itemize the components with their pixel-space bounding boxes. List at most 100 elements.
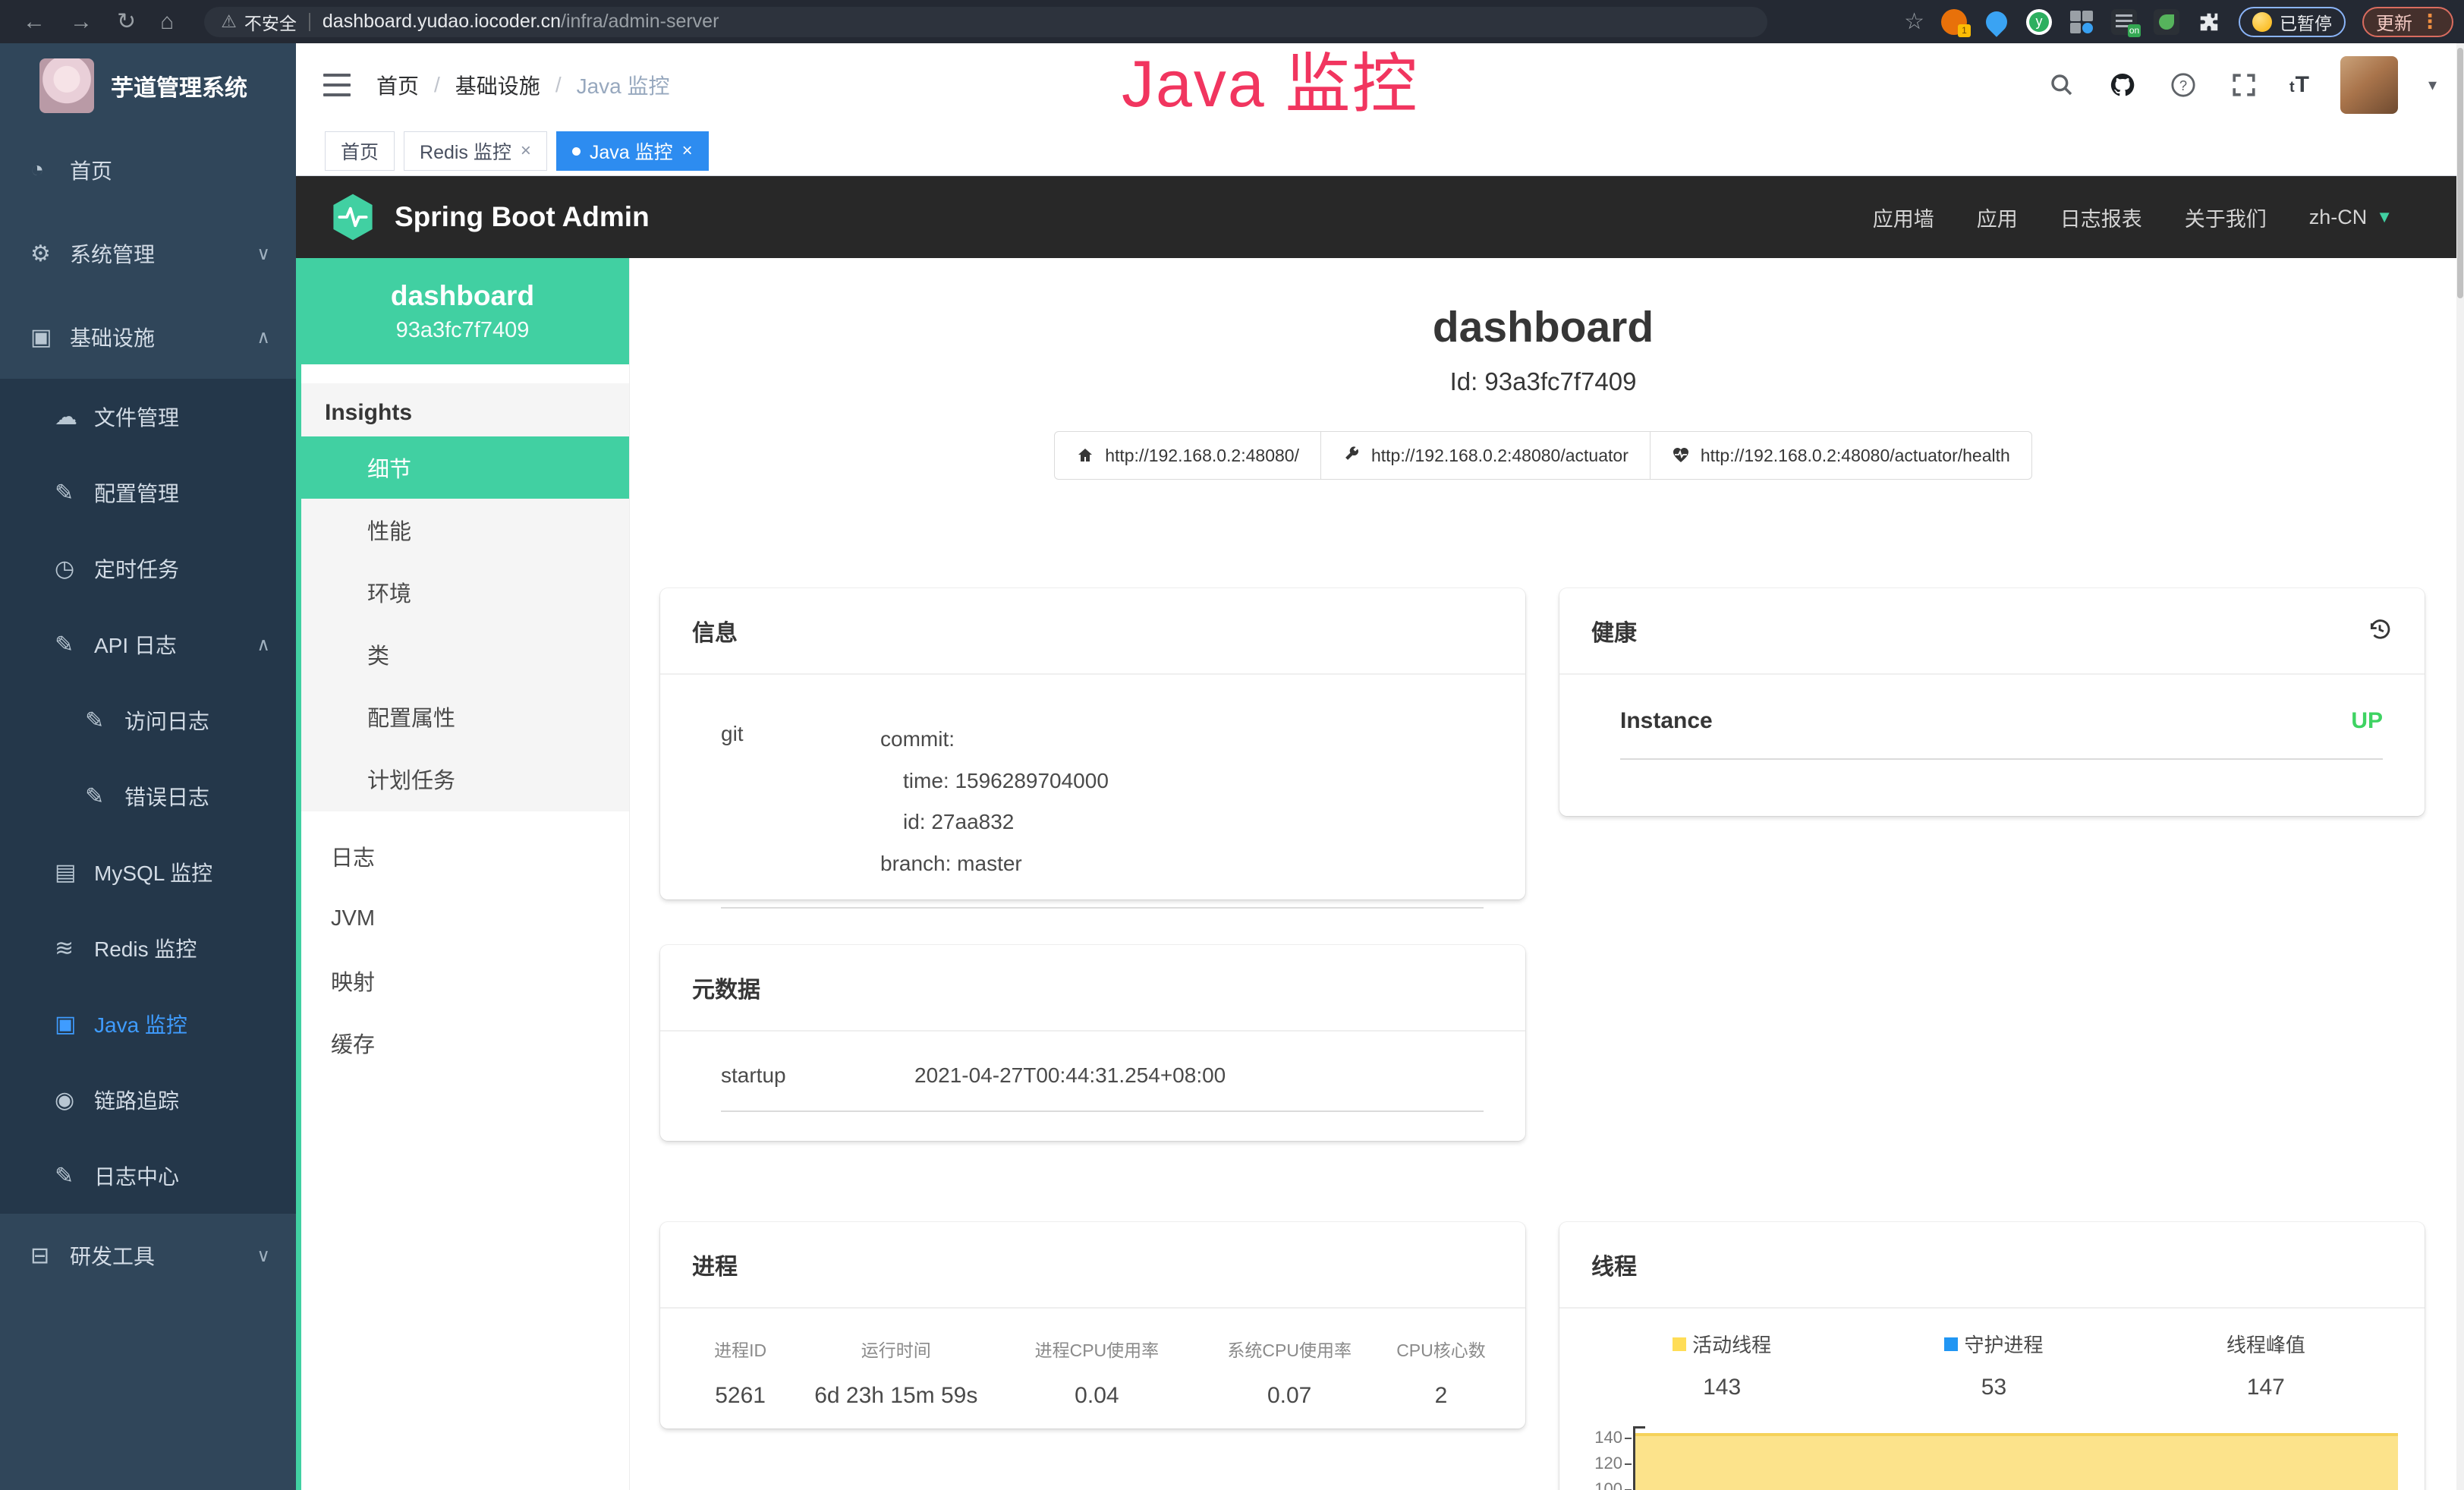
sba-brand[interactable]: Spring Boot Admin	[331, 193, 650, 241]
main-content: dashboard Id: 93a3fc7f7409 http://192.16…	[630, 258, 2456, 1490]
ytick-100: 100	[1594, 1479, 1622, 1490]
menu-item-mappings[interactable]: 映射	[296, 950, 629, 1012]
sidebar-item-system-mgmt[interactable]: ⚙ 系统管理 ∨	[0, 212, 296, 295]
instance-header[interactable]: dashboard 93a3fc7f7409	[296, 258, 629, 364]
tab-redis-monitor[interactable]: Redis 监控 ×	[404, 131, 547, 171]
font-size-icon[interactable]: tT	[2289, 72, 2310, 98]
threads-legend: 活动线程 143 守护进程 53 线程峰值 147	[1586, 1330, 2402, 1400]
sidebar-collapse-button[interactable]	[323, 74, 351, 96]
breadcrumb-infrastructure[interactable]: 基础设施	[455, 70, 540, 100]
browser-home-icon[interactable]: ⌂	[160, 11, 174, 33]
sidebar-item-scheduled-jobs[interactable]: ◷ 定时任务	[0, 531, 296, 606]
legend-live-threads: 活动线程 143	[1586, 1330, 1858, 1400]
browser-reload-icon[interactable]: ↻	[117, 11, 136, 33]
fullscreen-icon[interactable]	[2229, 70, 2259, 100]
app-title: 芋道管理系统	[111, 69, 247, 102]
process-id: 5261	[683, 1383, 798, 1409]
service-url-button[interactable]: http://192.168.0.2:48080/	[1054, 431, 1321, 480]
extension-grid-icon[interactable]	[2069, 9, 2094, 35]
sba-nav-about[interactable]: 关于我们	[2185, 203, 2267, 232]
search-icon[interactable]	[2047, 70, 2077, 100]
sidebar-item-home[interactable]: ◔ 首页	[0, 128, 296, 212]
breadcrumb: 首页 / 基础设施 / Java 监控	[376, 70, 670, 100]
process-table-header: 进程ID 运行时间 进程CPU使用率 系统CPU使用率 CPU核心数	[683, 1336, 1503, 1362]
sidebar-item-log-center[interactable]: ✎ 日志中心	[0, 1138, 296, 1214]
tab-home[interactable]: 首页	[325, 131, 395, 171]
log-edit-icon: ✎	[85, 707, 124, 734]
sidebar-item-error-logs[interactable]: ✎ 错误日志	[0, 758, 296, 834]
menu-item-details[interactable]: 细节	[296, 436, 629, 499]
page-title: dashboard	[630, 302, 2456, 352]
metadata-value: 2021-04-27T00:44:31.254+08:00	[914, 1063, 1226, 1088]
help-icon[interactable]: ?	[2168, 70, 2198, 100]
sidebar-item-java-monitor[interactable]: ▣ Java 监控	[0, 986, 296, 1062]
github-icon[interactable]	[2107, 70, 2138, 100]
metadata-startup-row: startup 2021-04-27T00:44:31.254+08:00	[721, 1053, 1484, 1112]
menu-item-config-props[interactable]: 配置属性	[296, 685, 629, 748]
legend-daemon-threads: 守护进程 53	[1858, 1330, 2129, 1400]
metadata-card-title: 元数据	[692, 971, 760, 1004]
browser-update-button[interactable]: 更新 ⋮	[2362, 7, 2453, 37]
monitor-icon: ▣	[55, 1011, 94, 1038]
log-edit-icon: ✎	[55, 632, 94, 658]
scrollbar-thumb[interactable]	[2457, 48, 2463, 298]
sba-nav-journal[interactable]: 日志报表	[2060, 203, 2142, 232]
sba-nav-wallboard[interactable]: 应用墙	[1873, 203, 1934, 232]
chevron-down-icon: ▼	[2376, 207, 2393, 227]
update-label: 更新	[2376, 8, 2412, 35]
sidebar-item-tracing[interactable]: ◉ 链路追踪	[0, 1062, 296, 1138]
actuator-url-button[interactable]: http://192.168.0.2:48080/actuator	[1320, 431, 1651, 480]
menu-item-scheduled-tasks[interactable]: 计划任务	[296, 748, 629, 810]
menu-item-metrics[interactable]: 性能	[296, 499, 629, 561]
screenshot-root: ← → ↻ ⌂ ⚠ 不安全 dashboard.yudao.iocoder.cn…	[0, 0, 2464, 1490]
breadcrumb-home[interactable]: 首页	[376, 70, 419, 100]
extension-orange-icon[interactable]: 1	[1941, 9, 1967, 35]
extension-pin-icon[interactable]	[1984, 9, 2009, 35]
cloud-upload-icon: ☁	[55, 404, 94, 430]
legend-swatch-yellow	[1673, 1337, 1686, 1351]
health-history-icon[interactable]	[2367, 616, 2393, 646]
process-card-title: 进程	[692, 1248, 738, 1281]
caret-down-icon[interactable]: ▾	[2428, 75, 2437, 95]
toolbox-icon: ⊟	[30, 1243, 70, 1269]
extension-list-icon[interactable]: on	[2111, 9, 2137, 35]
sidebar-item-mysql-monitor[interactable]: ▤ MySQL 监控	[0, 834, 296, 910]
app-logo-row[interactable]: 芋道管理系统	[0, 43, 296, 128]
user-avatar[interactable]	[2340, 56, 2398, 114]
browser-back-icon[interactable]: ←	[23, 11, 46, 33]
sidebar-item-config-mgmt[interactable]: ✎ 配置管理	[0, 455, 296, 531]
close-icon[interactable]: ×	[521, 140, 531, 162]
extension-leaf-icon[interactable]	[2154, 9, 2179, 35]
extension-green-icon[interactable]: y	[2026, 9, 2052, 35]
sba-locale-select[interactable]: zh-CN ▼	[2309, 206, 2393, 229]
menu-item-classes[interactable]: 类	[296, 623, 629, 685]
process-card: 进程 进程ID 运行时间 进程CPU使用率 系统CPU使用率 CPU核心数 52…	[660, 1222, 1525, 1429]
browser-forward-icon[interactable]: →	[70, 11, 93, 33]
threads-chart-yaxis: 140 120 100	[1586, 1426, 1633, 1490]
address-bar[interactable]: ⚠ 不安全 dashboard.yudao.iocoder.cn /infra/…	[204, 7, 1767, 37]
menu-item-caches[interactable]: 缓存	[296, 1012, 629, 1074]
menu-item-jvm[interactable]: JVM	[296, 887, 629, 950]
menu-item-logs[interactable]: 日志	[296, 825, 629, 887]
live-threads-value: 143	[1586, 1375, 1858, 1400]
health-url-button[interactable]: http://192.168.0.2:48080/actuator/health	[1650, 431, 2032, 480]
legend-swatch-blue	[1944, 1337, 1958, 1351]
extensions-puzzle-icon[interactable]	[2196, 9, 2222, 35]
sidebar-item-redis-monitor[interactable]: ≋ Redis 监控	[0, 910, 296, 986]
heartbeat-icon	[1672, 446, 1690, 465]
tab-java-monitor[interactable]: Java 监控 ×	[556, 131, 709, 171]
sidebar-item-dev-tools[interactable]: ⊟ 研发工具 ∨	[0, 1214, 296, 1297]
sidebar-item-access-logs[interactable]: ✎ 访问日志	[0, 682, 296, 758]
browser-menu-kebab-icon[interactable]: ⋮	[2420, 10, 2440, 33]
browser-scrollbar[interactable]	[2456, 43, 2464, 1490]
sidebar-item-file-mgmt[interactable]: ☁ 文件管理	[0, 379, 296, 455]
metadata-key: startup	[721, 1063, 914, 1088]
sidebar-item-infrastructure[interactable]: ▣ 基础设施 ∧	[0, 295, 296, 379]
sba-nav-applications[interactable]: 应用	[1977, 203, 2018, 232]
app-logo-image	[39, 58, 94, 113]
close-icon[interactable]: ×	[682, 140, 693, 162]
sidebar-item-api-logs[interactable]: ✎ API 日志 ∧	[0, 606, 296, 682]
menu-item-environment[interactable]: 环境	[296, 561, 629, 623]
profile-paused-chip[interactable]: 已暂停	[2239, 7, 2346, 37]
bookmark-star-icon[interactable]: ☆	[1904, 8, 1924, 35]
